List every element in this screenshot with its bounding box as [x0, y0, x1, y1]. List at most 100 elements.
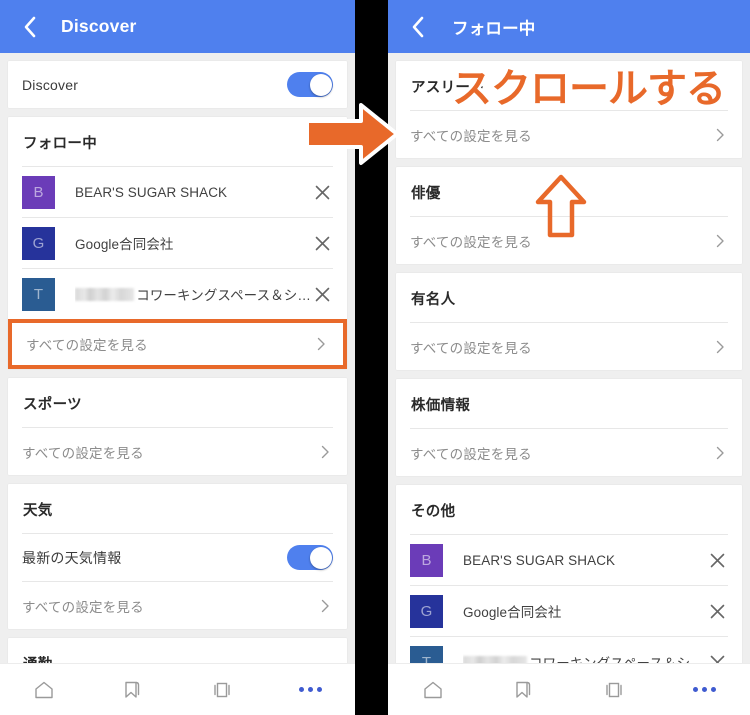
other-entry-2[interactable]: G Google合同会社	[396, 586, 742, 636]
nav-bookmark-button[interactable]	[479, 664, 570, 715]
commute-card-title: 通勤	[8, 638, 347, 663]
discover-toggle-label: Discover	[22, 76, 79, 93]
other-entry-name-text: コワーキングスペース＆シ…	[529, 652, 704, 663]
close-icon	[710, 553, 724, 567]
nav-tabs-button[interactable]	[569, 664, 660, 715]
chevron-right-icon	[321, 599, 329, 612]
discover-toggle-row[interactable]: Discover	[8, 61, 347, 108]
redacted-text-block	[463, 655, 527, 663]
other-entry-1[interactable]: B BEAR'S SUGAR SHACK	[396, 535, 742, 585]
stocks-card-title: 株価情報	[411, 398, 471, 414]
nav-more-button[interactable]	[266, 664, 355, 715]
avatar: B	[410, 543, 443, 577]
following-card-title: フォロー中	[23, 136, 97, 152]
follow-entry-name: コワーキングスペース＆シ…	[75, 284, 311, 304]
chevron-right-icon	[716, 234, 724, 247]
remove-close-icon[interactable]	[311, 181, 333, 203]
back-chevron-icon[interactable]	[14, 12, 44, 42]
stocks-card: 株価情報 すべての設定を見る	[396, 379, 742, 476]
weather-toggle-label: 最新の天気情報	[22, 549, 122, 566]
nav-bookmark-button[interactable]	[89, 664, 178, 715]
follow-entry-name-text: コワーキングスペース＆シ…	[136, 288, 311, 303]
toggle-knob	[309, 73, 332, 96]
tabs-icon	[606, 682, 622, 697]
see-all-settings-actor[interactable]: すべての設定を見る	[396, 217, 742, 264]
other-entry-name: Google合同会社	[463, 605, 562, 620]
sports-card: スポーツ すべての設定を見る	[8, 378, 347, 475]
nav-tabs-button[interactable]	[178, 664, 267, 715]
close-icon	[315, 287, 329, 301]
chevron-left-icon	[24, 16, 35, 37]
nav-home-button[interactable]	[388, 664, 479, 715]
avatar: G	[410, 594, 443, 628]
left-page-title: Discover	[61, 16, 137, 36]
follow-entry-name: Google合同会社	[75, 237, 174, 252]
close-icon	[710, 655, 724, 663]
right-page-title: フォロー中	[452, 19, 536, 38]
actor-card-title: 俳優	[411, 186, 441, 202]
highlight-box-following-see-all: すべての設定を見る	[8, 319, 347, 369]
scroll-instruction-text: スクロールする	[450, 64, 729, 115]
sports-card-title: スポーツ	[23, 397, 82, 413]
see-all-label: すべての設定を見る	[410, 128, 532, 144]
left-bottom-nav	[0, 663, 355, 715]
avatar: T	[22, 277, 55, 311]
see-all-label: すべての設定を見る	[26, 338, 148, 353]
chevron-right-icon	[317, 337, 325, 351]
remove-close-icon[interactable]	[706, 549, 728, 571]
right-scroll-area[interactable]: アスリート すべての設定を見る 俳優 すべての設定を見る 有名人 すべての設定を…	[388, 53, 750, 663]
see-all-settings-following[interactable]: すべての設定を見る	[12, 323, 343, 365]
following-card: フォロー中 B BEAR'S SUGAR SHACK G Google合同会社	[8, 117, 347, 369]
follow-entry-1[interactable]: B BEAR'S SUGAR SHACK	[8, 167, 347, 217]
other-entry-name: コワーキングスペース＆シ…	[463, 652, 706, 663]
weather-card: 天気 最新の天気情報 すべての設定を見る	[8, 484, 347, 629]
follow-entry-name: BEAR'S SUGAR SHACK	[75, 184, 228, 200]
left-appbar: Discover	[0, 0, 355, 53]
chevron-right-icon	[716, 446, 724, 459]
remove-close-icon[interactable]	[311, 232, 333, 254]
other-entry-name: BEAR'S SUGAR SHACK	[463, 552, 616, 568]
nav-more-button[interactable]	[660, 664, 750, 715]
follow-entry-2[interactable]: G Google合同会社	[8, 218, 347, 268]
weather-toggle-switch[interactable]	[287, 545, 333, 570]
home-icon	[424, 681, 442, 698]
remove-close-icon[interactable]	[706, 651, 728, 663]
see-all-settings-sports[interactable]: すべての設定を見る	[8, 428, 347, 475]
toggle-knob	[309, 546, 332, 569]
celebrity-card: 有名人 すべての設定を見る	[396, 273, 742, 370]
nav-home-button[interactable]	[0, 664, 89, 715]
home-icon	[35, 681, 54, 698]
other-card-title: その他	[411, 504, 456, 520]
see-all-settings-weather[interactable]: すべての設定を見る	[8, 582, 347, 629]
follow-entry-3[interactable]: T コワーキングスペース＆シ…	[8, 269, 347, 319]
remove-close-icon[interactable]	[311, 283, 333, 305]
avatar: T	[410, 645, 443, 663]
discover-toggle-switch[interactable]	[287, 72, 333, 97]
tabs-icon	[214, 682, 230, 697]
see-all-settings-athlete[interactable]: すべての設定を見る	[396, 111, 742, 158]
other-entry-3[interactable]: T コワーキングスペース＆シ…	[396, 637, 742, 663]
chevron-right-icon	[716, 340, 724, 353]
avatar: G	[22, 226, 55, 260]
see-all-label: すべての設定を見る	[22, 599, 144, 615]
right-appbar: フォロー中	[388, 0, 750, 53]
close-icon	[315, 236, 329, 250]
screenshot-stage: Discover Discover フォロー中 B BEAR'S SUGAR S…	[0, 0, 750, 715]
avatar: B	[22, 175, 55, 209]
other-card: その他 B BEAR'S SUGAR SHACK G Google合同会社 T	[396, 485, 742, 663]
see-all-settings-celebrity[interactable]: すべての設定を見る	[396, 323, 742, 370]
celebrity-card-title: 有名人	[411, 292, 456, 308]
more-icon	[299, 687, 323, 692]
see-all-label: すべての設定を見る	[410, 340, 532, 356]
left-scroll-area[interactable]: Discover フォロー中 B BEAR'S SUGAR SHACK G Go…	[0, 53, 355, 663]
back-chevron-icon[interactable]	[402, 12, 432, 42]
weather-toggle-row[interactable]: 最新の天気情報	[8, 534, 347, 581]
actor-card: 俳優 すべての設定を見る	[396, 167, 742, 264]
remove-close-icon[interactable]	[706, 600, 728, 622]
chevron-right-icon	[321, 445, 329, 458]
close-icon	[315, 185, 329, 199]
discover-toggle-card: Discover	[8, 61, 347, 108]
see-all-settings-stocks[interactable]: すべての設定を見る	[396, 429, 742, 476]
chevron-right-icon	[716, 128, 724, 141]
bookmark-icon	[125, 681, 140, 698]
